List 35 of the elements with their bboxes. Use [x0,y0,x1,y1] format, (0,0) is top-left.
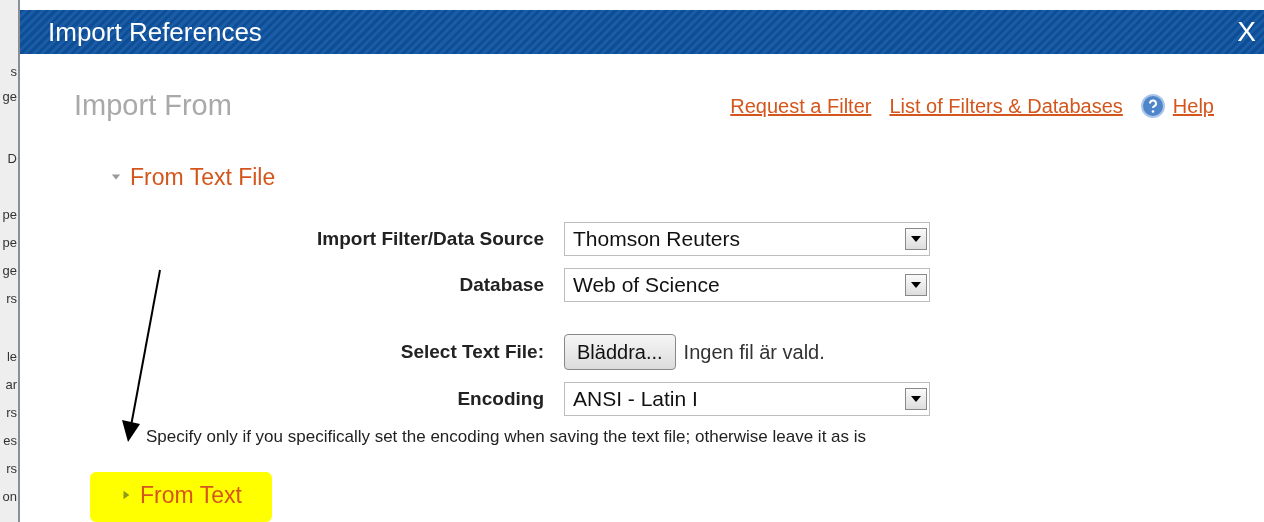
background-text: ar [5,378,17,391]
background-text: ge [2,264,17,277]
background-text: D [7,152,17,165]
dropdown[interactable]: Web of Science [564,268,930,302]
field-label: Encoding [456,386,544,411]
field-label: Database [458,272,544,297]
background-text: on [2,490,17,503]
caret-icon [911,396,921,402]
background-text: rs [6,406,17,419]
file-status: Ingen fil är vald. [683,340,825,365]
field-label: Import Filter/Data Source [316,226,544,251]
help-text: Specify only if you specifically set the encoding when saving the text file; otherwise leave it as is [146,426,868,448]
filter-link[interactable]: Request a Filter [730,90,872,121]
field-label: Select Text File: [399,339,544,364]
filter-link[interactable]: List of Filters & Databases [889,90,1123,121]
background-text: pe [2,208,17,221]
section-header[interactable]: From Text File [110,159,276,194]
background-text: s [10,65,17,78]
browse-button[interactable]: Bläddra... [564,334,676,370]
background-text: ge [2,90,17,103]
caret-icon [911,282,921,288]
help-icon[interactable] [1140,93,1165,118]
dropdown[interactable]: ANSI - Latin I [564,382,930,416]
background-text: rs [6,292,17,305]
section-heading: Import From [74,88,232,123]
background-text: rs [6,462,17,475]
close-button[interactable]: X [1237,11,1256,53]
dropdown[interactable]: Thomson Reuters [564,222,930,256]
background-text: es [3,434,17,447]
highlighted-section-header[interactable]: From Text [90,471,272,522]
window-title: Import References [48,15,262,49]
background-text: pe [2,236,17,249]
background-text: le [6,350,17,363]
help-link[interactable]: Help [1172,90,1214,121]
caret-icon [911,236,921,242]
